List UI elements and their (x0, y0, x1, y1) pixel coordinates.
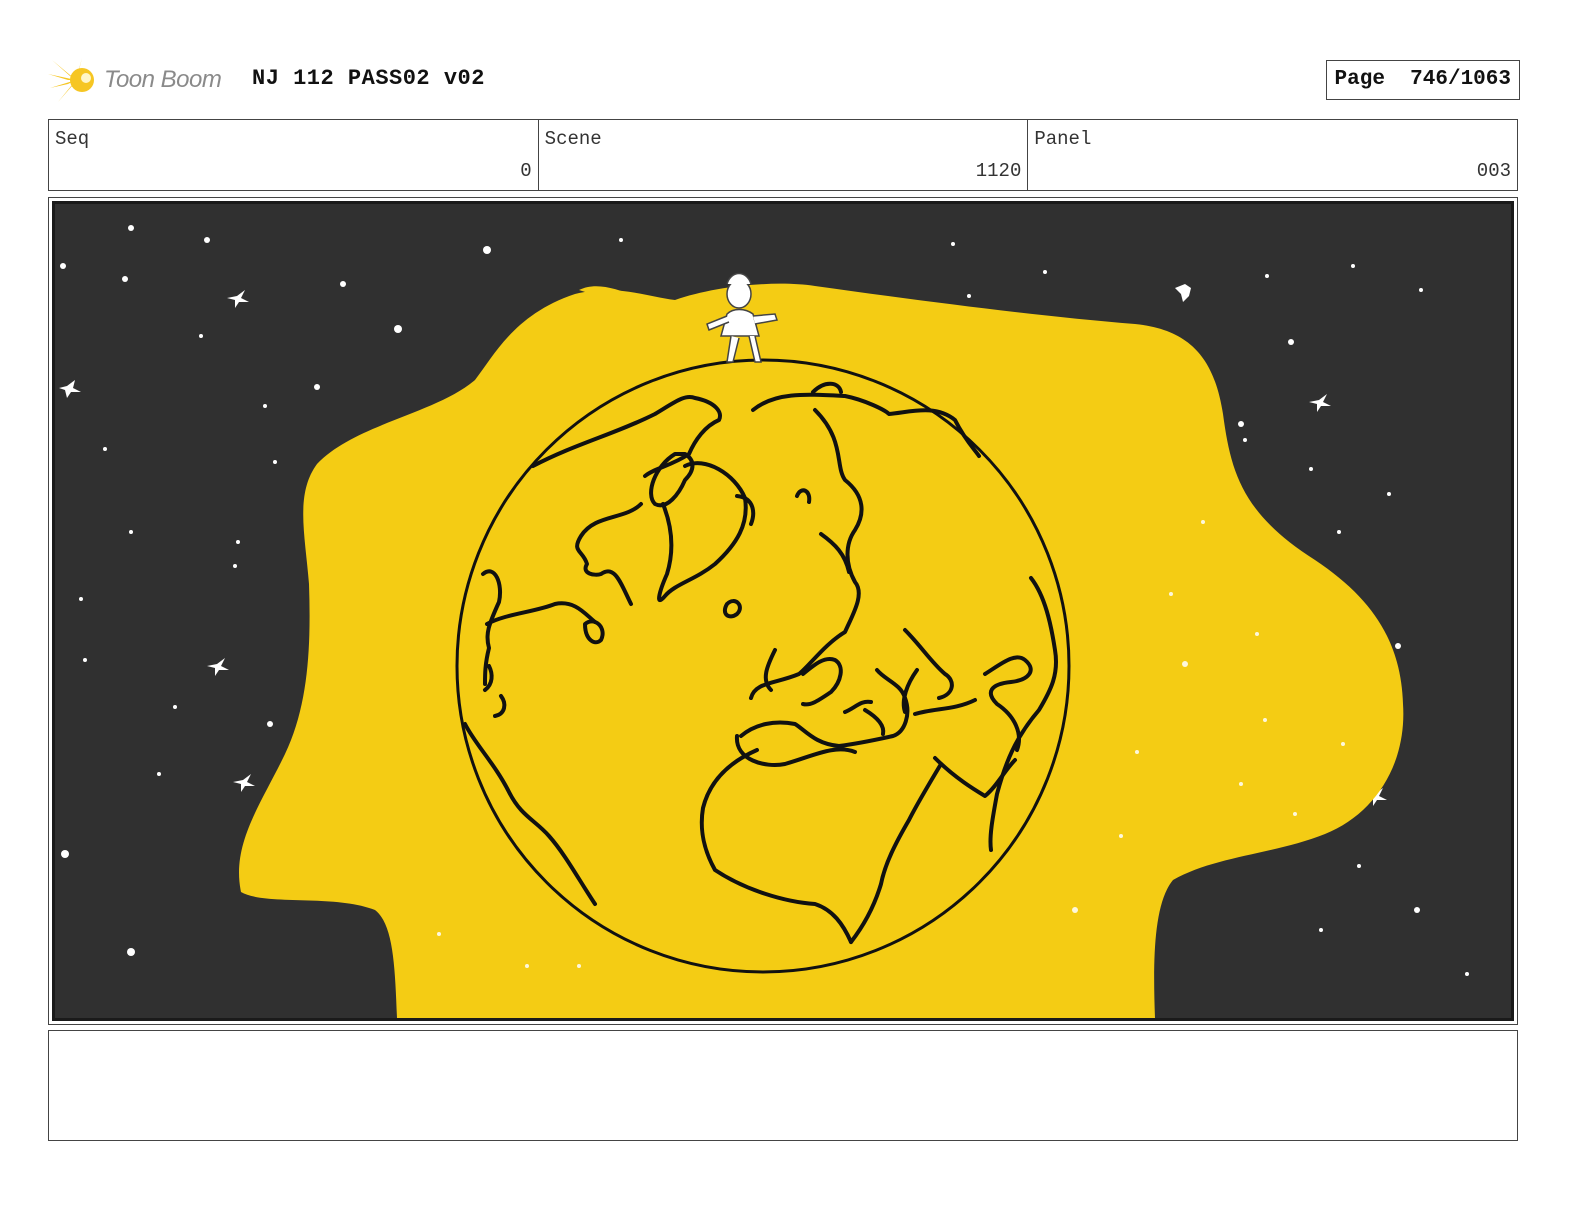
scene-cell: Scene 1120 (539, 120, 1029, 190)
scene-label: Scene (544, 128, 602, 150)
page-number: 746/1063 (1410, 68, 1511, 91)
character-head (726, 279, 752, 309)
toon-boom-flare-icon (48, 56, 94, 102)
logo-text: Toon Boom (104, 66, 222, 93)
page-label: Page (1334, 68, 1385, 91)
toon-boom-logo: Toon Boom (48, 54, 238, 106)
space-globe-illustration (55, 204, 1511, 1018)
storyboard-panel-frame (48, 197, 1518, 1025)
panel-cell: Panel 003 (1028, 120, 1517, 190)
panel-artwork (52, 201, 1514, 1021)
panel-value: 003 (1476, 160, 1512, 182)
header: Toon Boom NJ 112 PASS02 v02 Page 746/106… (48, 52, 1538, 108)
scene-value: 1120 (975, 160, 1022, 182)
seq-cell: Seq 0 (49, 120, 539, 190)
document-title: NJ 112 PASS02 v02 (252, 66, 485, 91)
panel-notes-box[interactable] (48, 1030, 1518, 1141)
seq-label: Seq (55, 128, 90, 150)
seq-value: 0 (520, 160, 532, 182)
info-row: Seq 0 Scene 1120 Panel 003 (48, 119, 1518, 191)
page-indicator: Page 746/1063 (1325, 60, 1520, 100)
panel-label: Panel (1034, 128, 1092, 150)
